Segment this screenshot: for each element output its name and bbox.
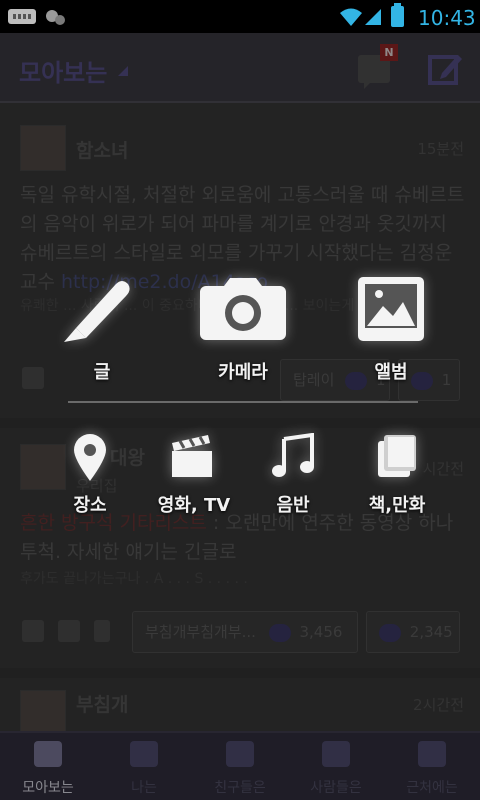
menu-divider <box>68 401 418 403</box>
camera-icon <box>200 278 286 340</box>
status-time: 10:43 <box>418 6 476 30</box>
keyboard-icon <box>8 9 36 24</box>
menu-label: 앨범 <box>374 362 408 383</box>
talk-icon <box>46 10 65 25</box>
menu-item-album[interactable]: 앨범 <box>357 276 425 386</box>
album-icon <box>358 277 424 341</box>
clapperboard-icon <box>172 435 212 477</box>
signal-icon <box>365 9 381 25</box>
battery-icon <box>391 3 404 27</box>
menu-item-book[interactable]: 책,만화 <box>369 433 425 523</box>
wifi-icon <box>340 8 362 26</box>
menu-label: 책,만화 <box>368 495 426 516</box>
pencil-icon <box>64 281 130 342</box>
status-bar: 10:43 <box>0 0 480 33</box>
music-note-icon <box>272 433 314 477</box>
dim-overlay[interactable] <box>0 33 480 800</box>
location-pin-icon <box>74 434 106 481</box>
menu-item-camera[interactable]: 카메라 <box>198 276 288 386</box>
menu-item-write[interactable]: 글 <box>52 272 132 383</box>
book-icon <box>378 435 416 477</box>
